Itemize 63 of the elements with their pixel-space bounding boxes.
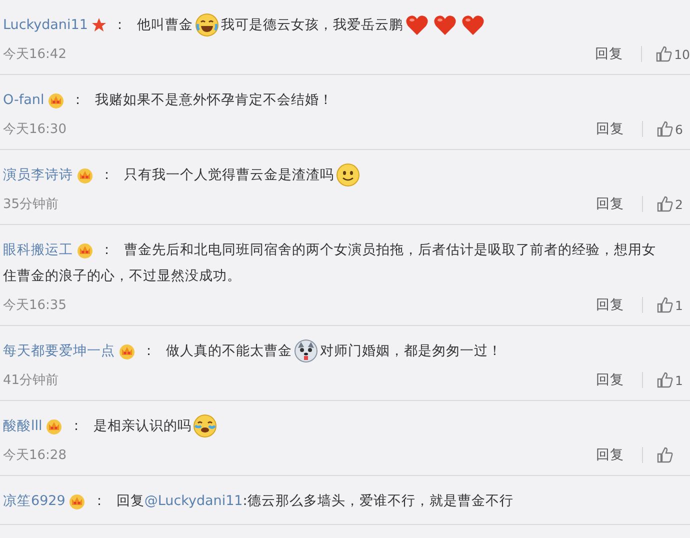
crown-icon bbox=[118, 342, 136, 360]
username-link[interactable]: Luckydani11 bbox=[3, 13, 88, 37]
comment-text: 他叫曹金 bbox=[136, 16, 193, 35]
smiley-face-icon bbox=[336, 163, 360, 187]
comment-text: 回复 bbox=[116, 492, 144, 511]
comment-text: 我可是德云女孩，我爱岳云鹏 bbox=[220, 16, 403, 35]
username-link[interactable]: 演员李诗诗 bbox=[3, 163, 73, 187]
heart-icon bbox=[460, 14, 485, 36]
like-count: 1 bbox=[675, 372, 684, 388]
comment-text: 曹金先后和北电同班同宿舍的两个女演员拍拖，后者估计是吸取了前者的经验，想用女 bbox=[124, 241, 656, 260]
timestamp: 35分钟前 bbox=[3, 196, 59, 213]
like-count: 10 bbox=[674, 46, 690, 62]
timestamp: 今天16:28 bbox=[3, 447, 66, 464]
thumbs-up-icon[interactable] bbox=[657, 372, 673, 388]
crying-face-icon bbox=[193, 414, 218, 438]
dog-face-icon bbox=[294, 339, 318, 363]
username-link[interactable]: 眼科搬运工 bbox=[3, 238, 73, 262]
thumbs-up-icon[interactable] bbox=[657, 121, 673, 137]
comment-text: :德云那么多墙头，爱谁不行，就是曹金不行 bbox=[242, 492, 514, 511]
thumbs-up-icon[interactable] bbox=[657, 297, 673, 313]
colon: ： bbox=[100, 166, 114, 185]
colon: ： bbox=[71, 91, 86, 110]
heart-icon bbox=[404, 14, 429, 36]
colon: ： bbox=[100, 241, 114, 260]
like-count: 1 bbox=[675, 298, 684, 312]
comment-text: 是相亲认识的吗 bbox=[93, 417, 192, 436]
mention-link[interactable]: @Luckydani11 bbox=[144, 489, 243, 513]
timestamp: 41分钟前 bbox=[3, 372, 59, 389]
laughing-face-icon bbox=[194, 13, 219, 37]
star-icon bbox=[90, 17, 107, 33]
like-count: 6 bbox=[675, 122, 684, 136]
like-count: 2 bbox=[675, 196, 684, 212]
username-link[interactable]: O-fanl bbox=[3, 88, 44, 112]
reply-link[interactable]: 回复 bbox=[596, 371, 624, 389]
colon: ： bbox=[69, 417, 84, 436]
crown-icon bbox=[76, 166, 94, 184]
comment-text: 只有我一个人觉得曹云金是渣渣吗 bbox=[124, 166, 334, 185]
heart-icon bbox=[432, 14, 457, 36]
colon: ： bbox=[112, 16, 127, 35]
reply-link[interactable]: 回复 bbox=[596, 446, 624, 464]
colon: ： bbox=[142, 342, 156, 361]
reply-link[interactable]: 回复 bbox=[595, 45, 624, 63]
thumbs-up-icon[interactable] bbox=[656, 46, 672, 62]
username-link[interactable]: 酸酸lll bbox=[3, 414, 42, 438]
crown-icon bbox=[45, 417, 64, 435]
timestamp: 今天16:30 bbox=[3, 121, 66, 138]
thumbs-up-icon[interactable] bbox=[657, 447, 673, 463]
reply-link[interactable]: 回复 bbox=[596, 296, 624, 314]
comment-text: 对师门婚姻，都是匆匆一过！ bbox=[320, 342, 502, 361]
crown-icon bbox=[68, 492, 86, 510]
comment-text: 我赌如果不是意外怀孕肯定不会结婚！ bbox=[95, 91, 334, 110]
comment-text: 住曹金的浪子的心，不过显然没成功。 bbox=[3, 267, 241, 286]
reply-link[interactable]: 回复 bbox=[596, 195, 624, 213]
username-link[interactable]: 凉笙6929 bbox=[3, 489, 66, 513]
colon: ： bbox=[92, 492, 106, 511]
crown-icon bbox=[76, 241, 94, 259]
username-link[interactable]: 每天都要爱坤一点 bbox=[3, 339, 115, 363]
crown-icon bbox=[47, 91, 66, 109]
reply-link[interactable]: 回复 bbox=[596, 120, 624, 138]
thumbs-up-icon[interactable] bbox=[657, 196, 673, 212]
timestamp: 今天16:42 bbox=[3, 46, 66, 63]
comment-text: 做人真的不能太曹金 bbox=[166, 342, 292, 361]
timestamp: 今天16:35 bbox=[3, 297, 66, 314]
